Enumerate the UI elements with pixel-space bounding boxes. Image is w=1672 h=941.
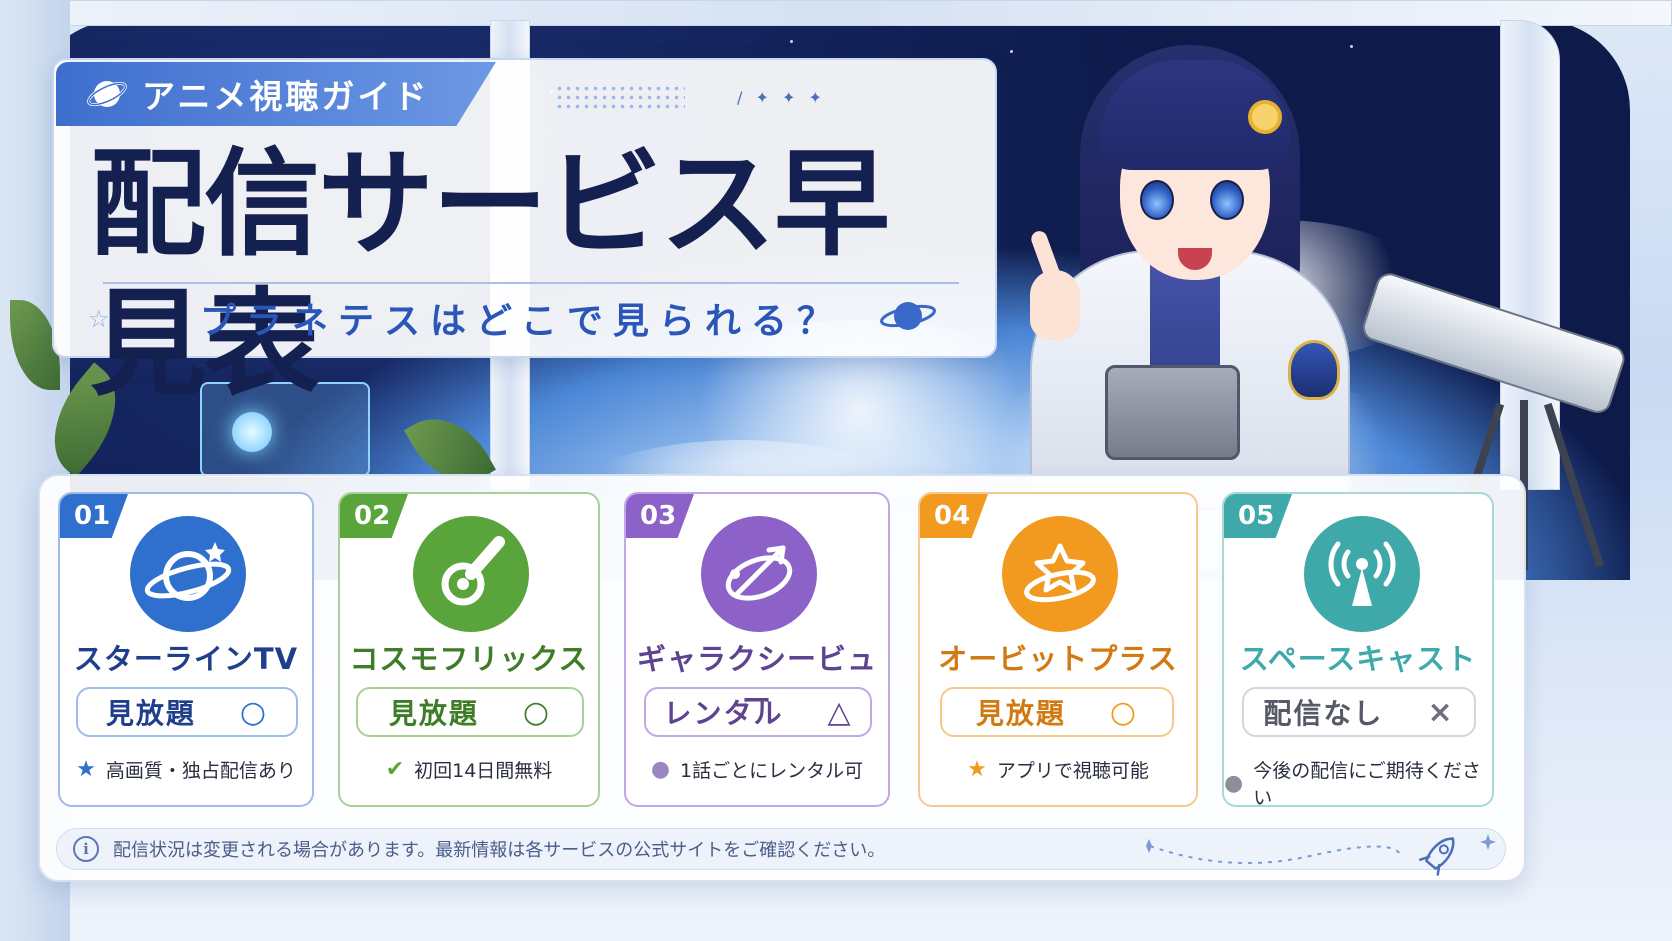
planet-icon [880,296,936,336]
star-outline-icon: ☆ [88,305,110,333]
triangle-mark-icon: △ [827,694,853,730]
service-note: ★ 高画質・独占配信あり [60,756,312,783]
note-text: 初回14日間無料 [414,760,553,782]
card-number: 01 [60,494,128,538]
note-text: アプリで視聴可能 [996,760,1149,782]
service-note: ✔ 初回14日間無料 [340,756,598,783]
card-number: 05 [1224,494,1292,538]
dot-pattern-decoration [555,84,685,110]
star-orbit-icon [1002,516,1118,632]
service-note: ● 1話ごとにレンタル可 [626,756,888,783]
service-card-galaxyview[interactable]: 03 ギャラクシービュー レンタル △ ● 1話ごとにレンタル可 [624,492,890,807]
card-number: 03 [626,494,694,538]
star-icon: ★ [967,757,987,782]
status-badge: レンタル △ [644,687,872,737]
circle-mark-icon: ○ [1109,694,1139,730]
status-badge: 配信なし × [1242,687,1476,737]
service-card-starline[interactable]: 01 スターラインTV 見放題 ○ ★ 高画質・独占配信あり [58,492,314,807]
circle-mark-icon: ○ [522,694,552,730]
service-note: ● 今後の配信にご期待ください [1224,756,1492,807]
service-name: スペースキャスト [1239,642,1477,676]
guide-tag-label: アニメ視聴ガイド [142,77,430,116]
rocket-icon [1146,834,1496,876]
page-title: 配信サービス早見表 [90,137,890,412]
service-note: ★ アプリで視聴可能 [920,756,1196,783]
status-label: レンタル [663,697,784,730]
dot-icon: ● [1224,770,1244,796]
status-badge: 見放題 ○ [940,687,1174,737]
info-icon: i [73,836,99,862]
service-card-orbitplus[interactable]: 04 オービットプラス 見放題 ○ ★ アプリで視聴可能 [918,492,1198,807]
broadcast-antenna-icon [1304,516,1420,632]
orbit-arrow-icon [701,516,817,632]
page-subtitle: プラネテスはどこで見られる？ [200,301,843,342]
card-number: 04 [920,494,988,538]
title-divider [103,282,959,284]
anime-character-illustration [1010,30,1370,510]
status-label: 配信なし [1263,697,1384,730]
circle-mark-icon: ○ [239,694,269,730]
check-circle-icon: ✔ [385,757,405,782]
service-name: スターラインTV [73,642,299,676]
planet-icon [86,73,128,115]
status-label: 見放題 [388,697,479,730]
star-icon: ★ [76,757,96,782]
note-text: 高画質・独占配信あり [105,760,296,782]
status-badge: 見放題 ○ [356,687,584,737]
status-label: 見放題 [105,697,196,730]
card-number: 02 [340,494,408,538]
dot-icon: ● [650,757,671,782]
sparkle-decoration: / ✦ ✦ ✦ [737,88,826,107]
planet-hairclip-icon [1248,100,1282,134]
guide-tag-banner: アニメ視聴ガイド [56,62,496,126]
note-text: 今後の配信にご期待ください [1253,760,1481,807]
uniform-badge [1288,340,1340,400]
service-card-spacecast[interactable]: 05 スペースキャスト 配信なし × ● 今後の配信にご期待ください [1222,492,1494,807]
footer-text: 配信状況は変更される場合があります。最新情報は各サービスの公式サイトをご確認くだ… [113,840,886,861]
note-text: 1話ごとにレンタル可 [680,760,864,782]
planet-icon [130,516,246,632]
service-name: コスモフリックス [349,642,589,676]
comet-icon [413,516,529,632]
tablet-device [1105,365,1240,460]
service-name: オービットプラス [938,642,1178,676]
status-badge: 見放題 ○ [76,687,298,737]
status-label: 見放題 [975,697,1066,730]
cross-mark-icon: × [1427,694,1455,730]
service-card-cosmoflix[interactable]: 02 コスモフリックス 見放題 ○ ✔ 初回14日間無料 [338,492,600,807]
